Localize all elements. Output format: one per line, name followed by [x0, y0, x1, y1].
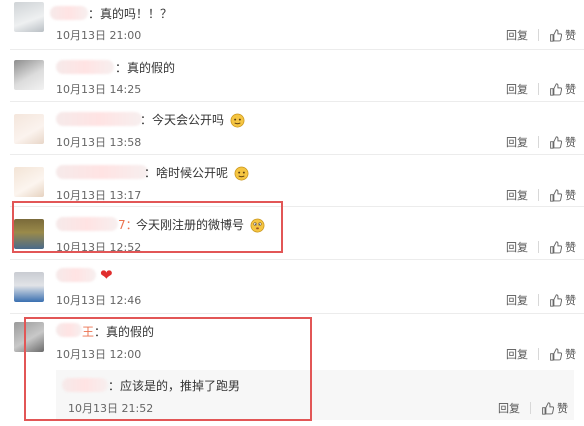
comment-text: ：真的假的 — [115, 61, 176, 75]
comment-item: ：真的假的 10月13日 14:25 回复 赞 — [0, 50, 584, 102]
comment-actions: 回复 赞 — [506, 292, 576, 308]
comment-text: ：今天会公开吗 — [140, 111, 245, 128]
divider — [538, 136, 539, 148]
divider — [530, 402, 531, 414]
comment-actions: 回复 赞 — [506, 81, 576, 97]
avatar[interactable] — [14, 272, 44, 302]
like-button[interactable]: 赞 — [549, 346, 576, 362]
divider — [538, 241, 539, 253]
comment-actions: 回复 赞 — [506, 27, 576, 43]
reply-button[interactable]: 回复 — [506, 27, 528, 43]
avatar[interactable] — [14, 60, 44, 90]
like-label: 赞 — [565, 83, 576, 96]
username-blurred[interactable] — [56, 165, 148, 179]
face-emoji — [230, 113, 245, 128]
comment-item: ：啥时候公开呢 10月13日 13:17 回复 赞 — [0, 155, 584, 207]
comment-text: ：啥时候公开呢 — [144, 164, 249, 181]
like-label: 赞 — [565, 348, 576, 361]
username-blurred[interactable] — [56, 60, 114, 74]
reply-button[interactable]: 回复 — [506, 346, 528, 362]
divider — [538, 83, 539, 95]
comment-time: 10月13日 13:58 — [56, 136, 142, 149]
username-blurred[interactable] — [56, 268, 96, 282]
comment-actions: 回复 赞 — [506, 134, 576, 150]
highlight-box — [12, 201, 283, 253]
comment-time: 10月13日 14:25 — [56, 83, 142, 96]
comment-item: ：今天会公开吗 10月13日 13:58 回复 赞 — [0, 102, 584, 154]
username-blurred[interactable] — [56, 112, 142, 126]
comment-actions: 回复 赞 — [506, 187, 576, 203]
thumbs-up-icon — [550, 188, 562, 202]
thumbs-up-icon — [550, 28, 562, 42]
comment-text: ：真的吗！！？ — [88, 7, 173, 21]
comment-actions: 回复 赞 — [506, 239, 576, 255]
like-label: 赞 — [565, 136, 576, 149]
avatar[interactable] — [14, 167, 44, 197]
like-label: 赞 — [565, 29, 576, 42]
thumbs-up-icon — [550, 347, 562, 361]
thumbs-up-icon — [550, 293, 562, 307]
reply-button[interactable]: 回复 — [506, 239, 528, 255]
highlight-box — [24, 317, 312, 421]
comment-time: 10月13日 12:46 — [56, 294, 142, 307]
like-label: 赞 — [557, 402, 568, 415]
username-blurred[interactable] — [50, 6, 88, 20]
thumbs-up-icon — [550, 135, 562, 149]
thumbs-up-icon — [542, 401, 554, 415]
reply-button[interactable]: 回复 — [506, 134, 528, 150]
heart-emoji: ❤ — [100, 266, 113, 284]
like-button[interactable]: 赞 — [549, 27, 576, 43]
reply-button[interactable]: 回复 — [506, 81, 528, 97]
comment-feed: ：真的吗！！？ 10月13日 21:00 回复 赞 ：真的假的 10月13日 1… — [0, 0, 584, 426]
thumbs-up-icon — [550, 240, 562, 254]
reply-button[interactable]: 回复 — [506, 292, 528, 308]
comment-text: ❤ — [100, 266, 113, 284]
sub-reply-actions: 回复 赞 — [498, 400, 568, 416]
avatar[interactable] — [14, 2, 44, 32]
comment-item: ❤ 10月13日 12:46 回复 赞 — [0, 260, 584, 312]
divider — [538, 348, 539, 360]
thumbs-up-icon — [550, 82, 562, 96]
reply-button[interactable]: 回复 — [506, 187, 528, 203]
like-button[interactable]: 赞 — [549, 81, 576, 97]
comment-item: ：真的吗！！？ 10月13日 21:00 回复 赞 — [0, 0, 584, 48]
like-button[interactable]: 赞 — [549, 187, 576, 203]
like-button[interactable]: 赞 — [549, 134, 576, 150]
avatar[interactable] — [14, 114, 44, 144]
divider — [538, 189, 539, 201]
comment-time: 10月13日 21:00 — [56, 29, 142, 42]
like-button[interactable]: 赞 — [549, 239, 576, 255]
divider — [538, 294, 539, 306]
like-button[interactable]: 赞 — [541, 400, 568, 416]
divider — [538, 29, 539, 41]
like-label: 赞 — [565, 294, 576, 307]
comment-actions: 回复 赞 — [506, 346, 576, 362]
like-label: 赞 — [565, 189, 576, 202]
like-label: 赞 — [565, 241, 576, 254]
reply-button[interactable]: 回复 — [498, 400, 520, 416]
like-button[interactable]: 赞 — [549, 292, 576, 308]
face-emoji — [234, 166, 249, 181]
